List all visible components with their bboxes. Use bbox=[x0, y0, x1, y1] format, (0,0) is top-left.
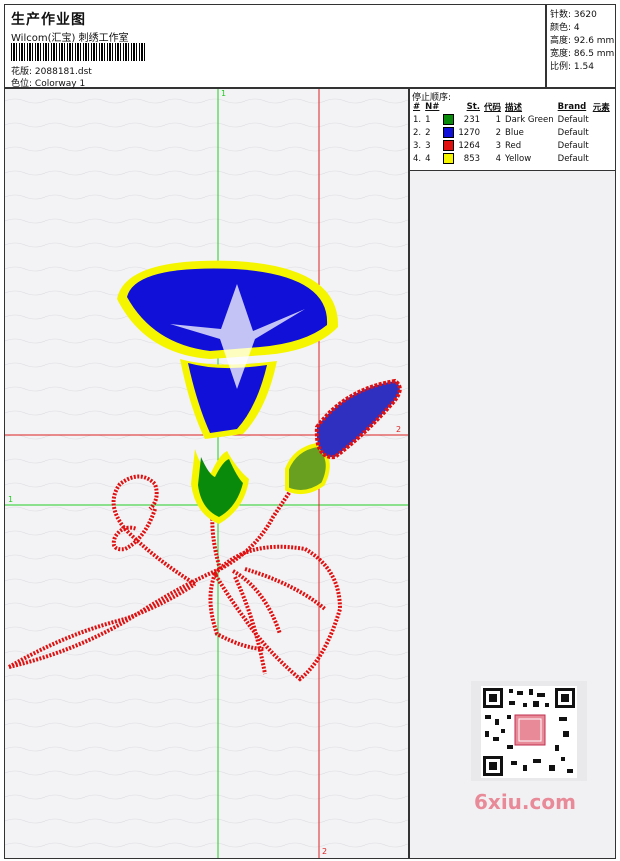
col-element: 元素 bbox=[592, 103, 610, 113]
col-swatch bbox=[441, 101, 456, 113]
qr-code-icon bbox=[471, 681, 587, 781]
row-element bbox=[591, 126, 612, 139]
col-needle: N# bbox=[425, 102, 440, 112]
design-canvas: 1 1 2 2 bbox=[4, 88, 409, 859]
row-needle: 1 bbox=[425, 114, 431, 125]
row-stitches: 853 bbox=[463, 153, 481, 164]
header-info-box: 生产作业图 Wilcom(汇宝) 刺绣工作室 花版: 2088181.dst 色… bbox=[4, 4, 546, 89]
color-swatch-icon bbox=[443, 127, 455, 138]
qr-code-graphic bbox=[481, 686, 577, 778]
row-swatch bbox=[441, 139, 456, 152]
page-title: 生产作业图 bbox=[11, 12, 86, 28]
row-description: Red bbox=[505, 140, 522, 151]
row-brand: Default bbox=[557, 140, 589, 151]
row-element bbox=[591, 139, 612, 152]
col-code: 代码 bbox=[484, 103, 502, 113]
row-brand: Default bbox=[557, 153, 589, 164]
col-index: # bbox=[413, 102, 421, 112]
col-description: 描述 bbox=[505, 103, 523, 113]
row-brand: Default bbox=[557, 114, 589, 125]
watermark-text: 6xiu.com bbox=[474, 790, 576, 814]
row-swatch bbox=[441, 126, 456, 139]
row-index: 2. bbox=[413, 127, 422, 138]
col-stitches: St. bbox=[466, 102, 481, 112]
barcode-icon bbox=[11, 43, 145, 61]
row-code: 1 bbox=[495, 114, 502, 125]
row-swatch bbox=[441, 152, 456, 165]
row-swatch bbox=[441, 113, 456, 126]
table-row: 2. 2 1270 2 Blue Default bbox=[411, 126, 612, 139]
color-swatch-icon bbox=[443, 153, 455, 164]
row-code: 3 bbox=[495, 140, 502, 151]
row-code: 2 bbox=[495, 127, 502, 138]
row-needle: 3 bbox=[425, 140, 431, 151]
color-count: 颜色: 4 bbox=[550, 23, 580, 33]
embroidery-preview bbox=[5, 89, 408, 858]
color-swatch-icon bbox=[443, 140, 455, 151]
row-index: 1. bbox=[413, 114, 422, 125]
row-index: 3. bbox=[413, 140, 422, 151]
guide-label-red-bottom: 2 bbox=[322, 847, 328, 856]
row-index: 4. bbox=[413, 153, 422, 164]
colorway-table: # N# St. 代码 描述 Brand 元素 1. 1 231 1 Dark Gree… bbox=[411, 101, 612, 165]
color-swatch-icon bbox=[443, 114, 455, 125]
stop-sequence-box: 停止顺序: # N# St. 代码 描述 Brand 元素 1. 1 231 1 Dar… bbox=[410, 89, 615, 171]
row-needle: 2 bbox=[425, 127, 431, 138]
col-brand: Brand bbox=[557, 102, 587, 112]
row-needle: 4 bbox=[425, 153, 431, 164]
production-worksheet: 生产作业图 Wilcom(汇宝) 刺绣工作室 花版: 2088181.dst 色… bbox=[0, 0, 620, 861]
design-scale: 比例: 1.54 bbox=[550, 62, 594, 72]
row-brand: Default bbox=[557, 127, 589, 138]
table-header-row: # N# St. 代码 描述 Brand 元素 bbox=[411, 101, 612, 113]
row-stitches: 1270 bbox=[458, 127, 481, 138]
stitch-count: 针数: 3620 bbox=[550, 10, 597, 20]
table-row: 1. 1 231 1 Dark Green Default bbox=[411, 113, 612, 126]
row-code: 4 bbox=[495, 153, 502, 164]
design-height: 高度: 92.6 mm bbox=[550, 36, 615, 46]
row-description: Yellow bbox=[505, 153, 532, 164]
table-row: 4. 4 853 4 Yellow Default bbox=[411, 152, 612, 165]
row-description: Dark Green bbox=[505, 114, 554, 125]
row-element bbox=[591, 152, 612, 165]
row-element bbox=[591, 113, 612, 126]
guide-label-green-left: 1 bbox=[8, 495, 14, 504]
row-stitches: 1264 bbox=[458, 140, 481, 151]
stats-box: 针数: 3620 颜色: 4 高度: 92.6 mm 宽度: 86.5 mm 比… bbox=[546, 4, 616, 88]
guide-label-red-right: 2 bbox=[396, 425, 402, 434]
row-description: Blue bbox=[505, 127, 524, 138]
row-stitches: 231 bbox=[463, 114, 481, 125]
guide-label-green-top: 1 bbox=[221, 89, 227, 98]
company-name: Wilcom(汇宝) 刺绣工作室 bbox=[11, 33, 129, 44]
design-width: 宽度: 86.5 mm bbox=[550, 49, 615, 59]
table-row: 3. 3 1264 3 Red Default bbox=[411, 139, 612, 152]
